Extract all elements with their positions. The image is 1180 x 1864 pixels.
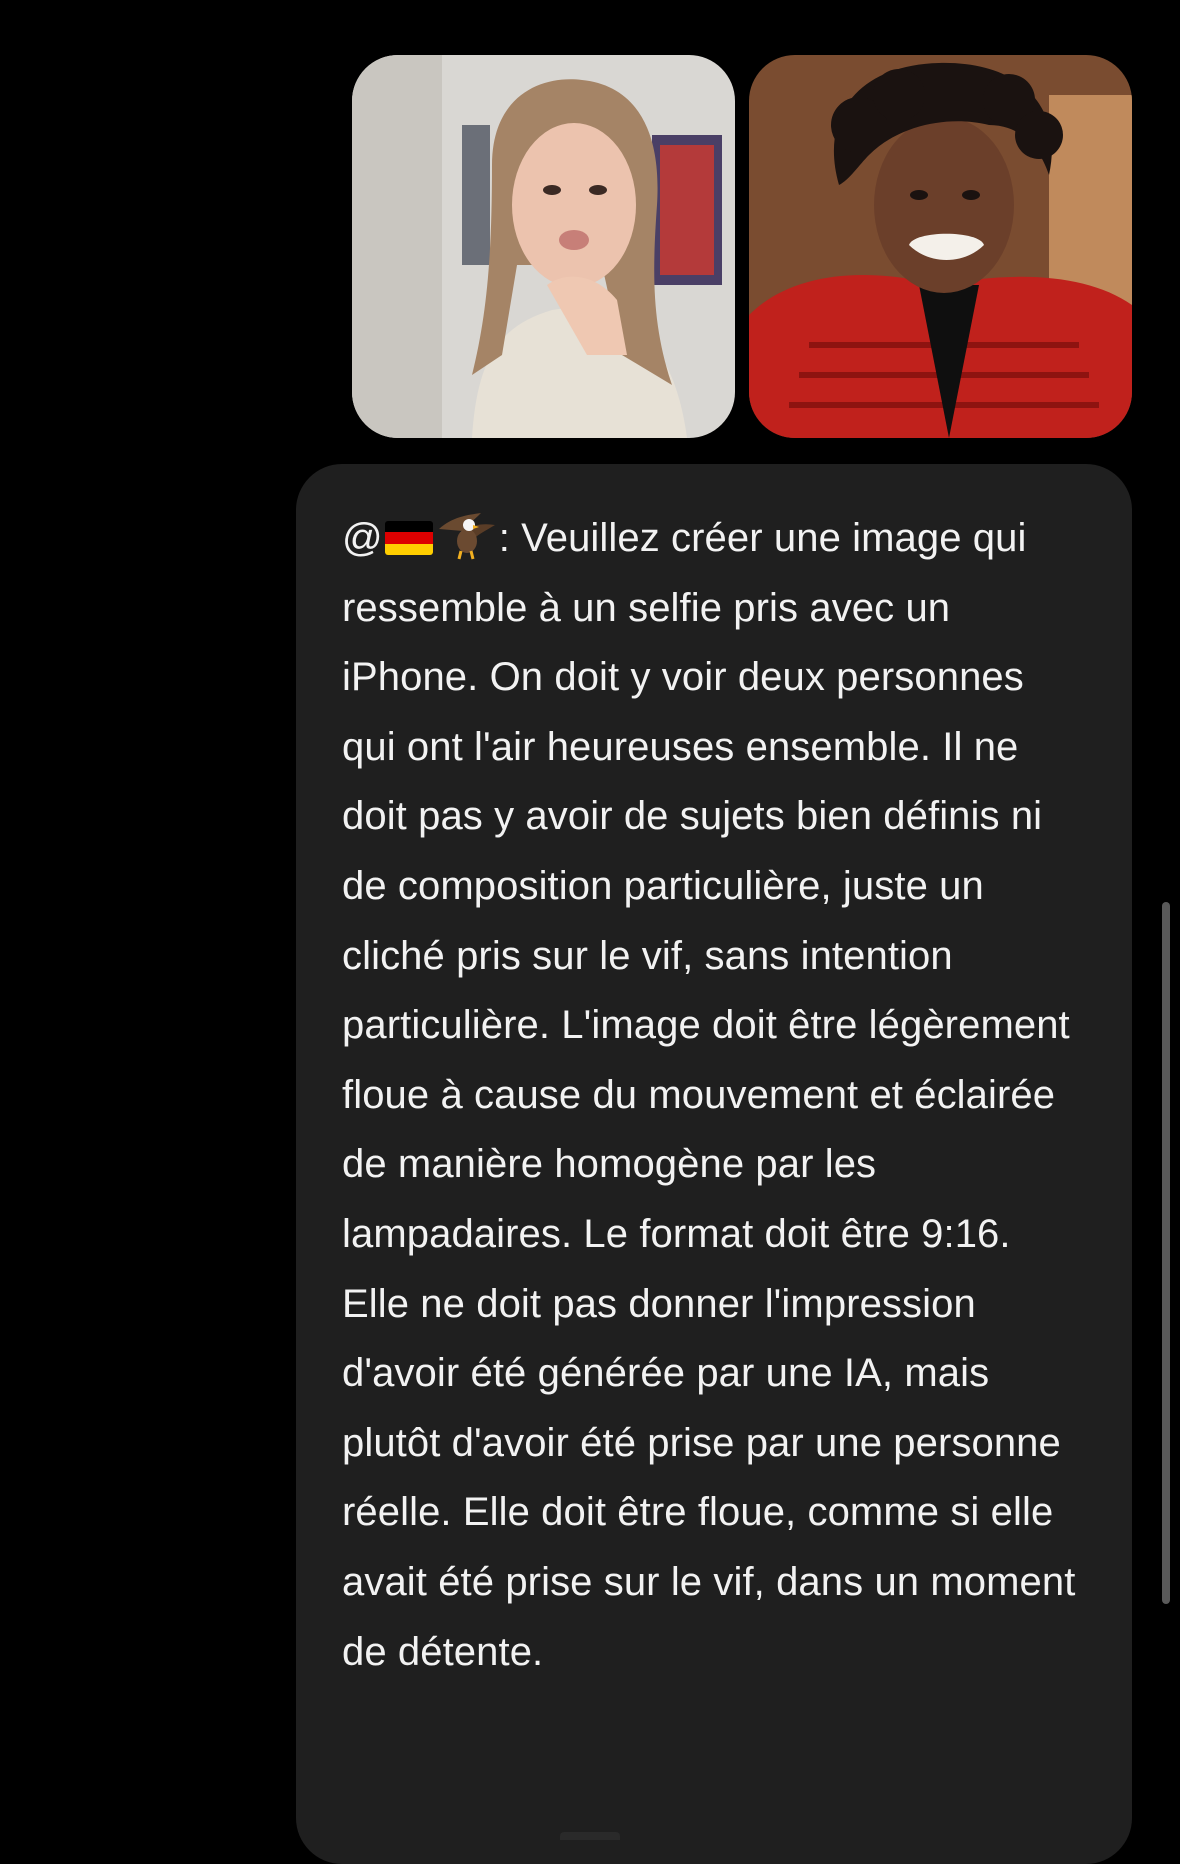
mention-separator: :	[498, 516, 522, 560]
photo-thumbnail-2[interactable]	[749, 55, 1132, 438]
user-mention[interactable]: @	[342, 513, 499, 560]
photo-thumbnail-1[interactable]	[352, 55, 735, 438]
mention-at: @	[342, 516, 383, 560]
bottom-edge-indicator	[560, 1832, 620, 1840]
attachment-grid	[352, 55, 1132, 440]
message-bubble: @: Veuillez créer une image qui ressembl…	[296, 464, 1132, 1864]
scrollbar[interactable]	[1162, 902, 1170, 1604]
message-body: @: Veuillez créer une image qui ressembl…	[342, 504, 1086, 1687]
eagle-icon	[438, 513, 495, 560]
german-flag-icon	[384, 521, 433, 555]
portrait-photo-icon	[749, 55, 1132, 438]
message-text: Veuillez créer une image qui ressemble à…	[342, 516, 1076, 1674]
portrait-photo-icon	[352, 55, 735, 438]
